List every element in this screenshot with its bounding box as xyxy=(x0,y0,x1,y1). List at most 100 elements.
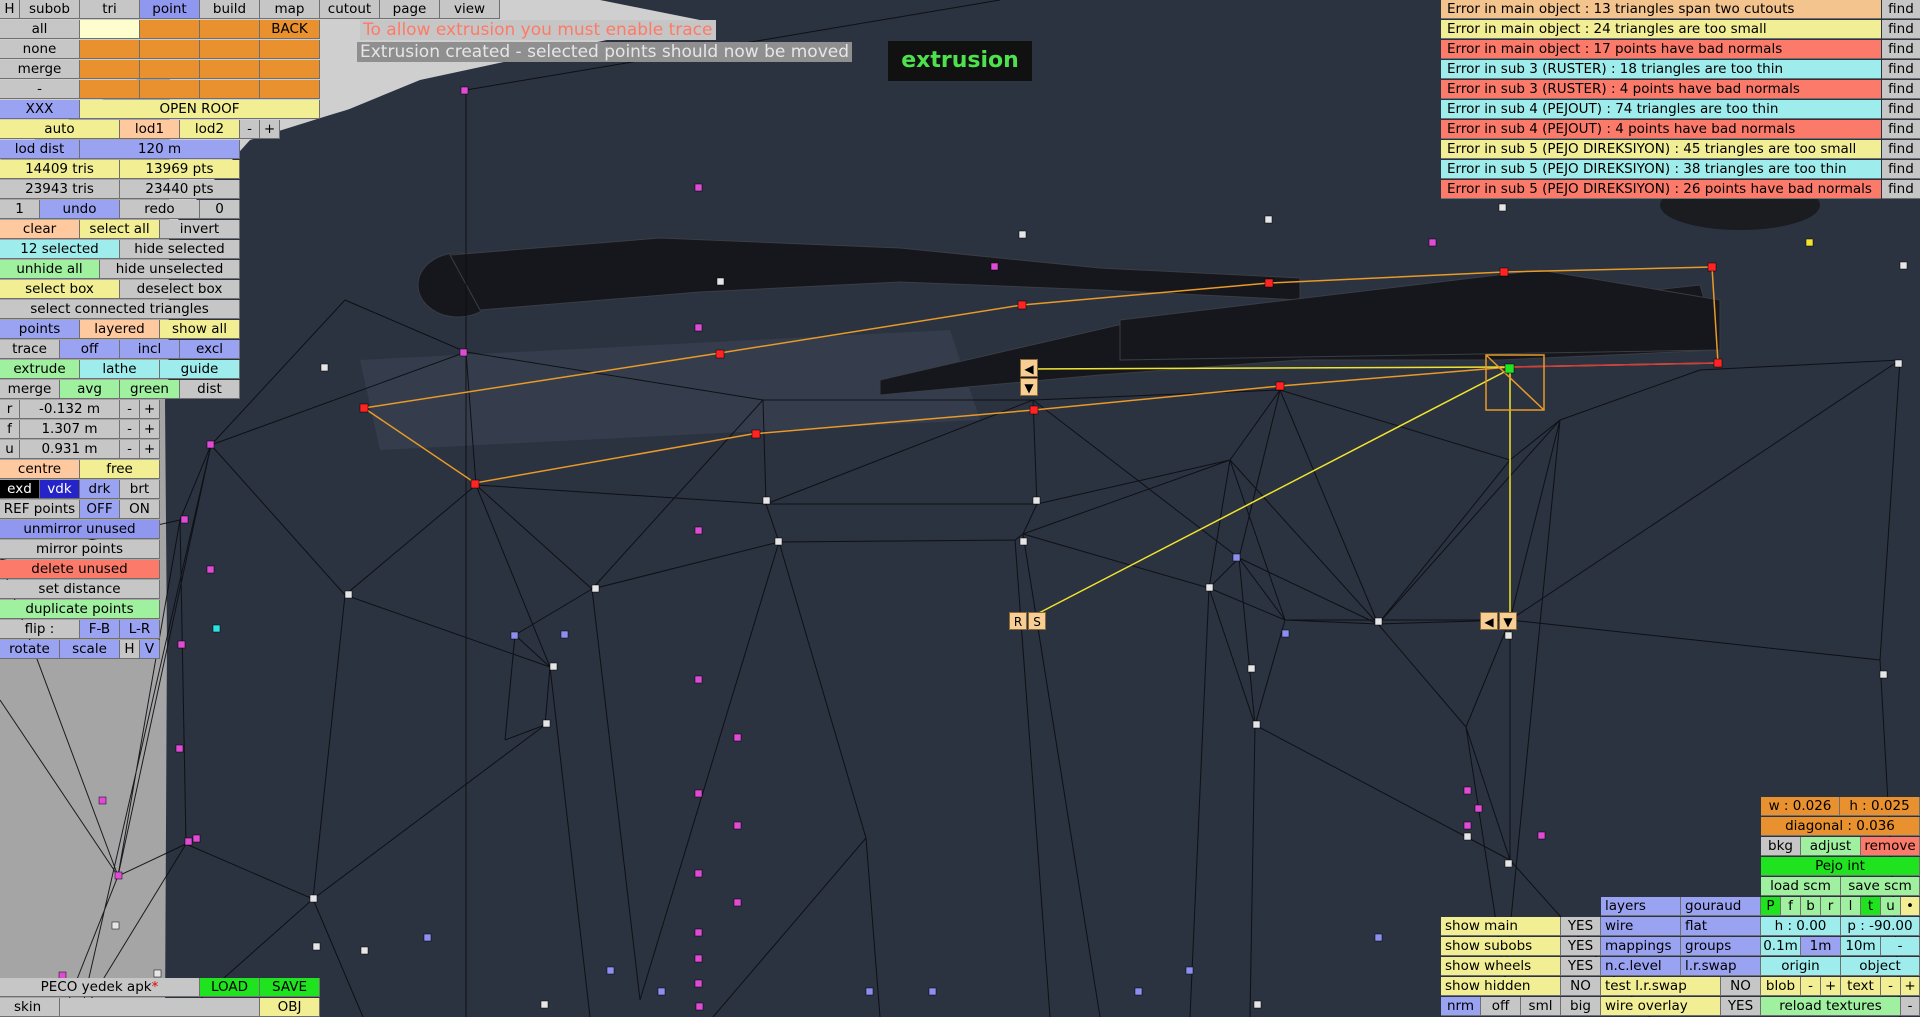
lod-plus-button[interactable]: + xyxy=(260,120,280,139)
find-button[interactable]: find xyxy=(1882,160,1920,179)
menu-map[interactable]: map xyxy=(260,0,320,19)
auto-button[interactable]: auto xyxy=(0,120,120,139)
show-subobs-toggle[interactable]: YES xyxy=(1561,937,1601,956)
hide-unselected-button[interactable]: hide unselected xyxy=(100,260,240,279)
set-distance-button[interactable]: set distance xyxy=(0,580,160,599)
clear-button[interactable]: clear xyxy=(0,220,80,239)
f-minus[interactable]: - xyxy=(120,420,140,439)
find-button[interactable]: find xyxy=(1882,0,1920,19)
vdk-button[interactable]: vdk xyxy=(40,480,80,499)
mappings-button[interactable]: mappings xyxy=(1601,937,1681,956)
lod-dist-value[interactable]: 120 m xyxy=(80,140,240,159)
flat-button[interactable]: flat xyxy=(1681,917,1761,936)
back-button[interactable]: BACK xyxy=(260,20,320,39)
invert-button[interactable]: invert xyxy=(160,220,240,239)
menu-view[interactable]: view xyxy=(440,0,500,19)
lod2-button[interactable]: lod2 xyxy=(180,120,240,139)
groups-button[interactable]: groups xyxy=(1681,937,1761,956)
nrm-button[interactable]: nrm xyxy=(1441,997,1481,1016)
find-button[interactable]: find xyxy=(1882,140,1920,159)
select-box-button[interactable]: select box xyxy=(0,280,120,299)
reload-textures-button[interactable]: reload textures xyxy=(1761,997,1901,1016)
ref-off-button[interactable]: OFF xyxy=(80,500,120,519)
trace-off-button[interactable]: off xyxy=(60,340,120,359)
find-button[interactable]: find xyxy=(1882,40,1920,59)
lathe-button[interactable]: lathe xyxy=(80,360,160,379)
view-b-button[interactable]: b xyxy=(1801,897,1821,916)
reload-dash-button[interactable]: - xyxy=(1901,997,1920,1016)
r-value[interactable]: -0.132 m xyxy=(20,400,120,419)
swatch-0[interactable] xyxy=(80,20,140,39)
text-minus-button[interactable]: - xyxy=(1881,977,1901,996)
select-connected-button[interactable]: select connected triangles xyxy=(0,300,240,319)
gouraud-button[interactable]: gouraud xyxy=(1681,897,1761,916)
none-button[interactable]: none xyxy=(0,40,80,59)
flip-fb-button[interactable]: F-B xyxy=(80,620,120,639)
step-01m-button[interactable]: 0.1m xyxy=(1761,937,1801,956)
find-button[interactable]: find xyxy=(1882,60,1920,79)
extrude-button[interactable]: extrude xyxy=(0,360,80,379)
find-button[interactable]: find xyxy=(1882,20,1920,39)
origin-button[interactable]: origin xyxy=(1761,957,1841,976)
swatch-10[interactable] xyxy=(260,60,320,79)
swatch-3[interactable] xyxy=(80,40,140,59)
open-roof-button[interactable]: OPEN ROOF xyxy=(80,100,320,119)
merge-button[interactable]: merge xyxy=(0,60,80,79)
r-plus[interactable]: + xyxy=(140,400,160,419)
bkg-button[interactable]: bkg xyxy=(1761,837,1801,856)
pitch-readout[interactable]: p : -90.00 xyxy=(1841,917,1920,936)
view-dot-button[interactable]: • xyxy=(1901,897,1920,916)
hide-selected-button[interactable]: hide selected xyxy=(120,240,240,259)
swatch-14[interactable] xyxy=(260,80,320,99)
menu-page[interactable]: page xyxy=(380,0,440,19)
drk-button[interactable]: drk xyxy=(80,480,120,499)
all-button[interactable]: all xyxy=(0,20,80,39)
text-plus-button[interactable]: + xyxy=(1901,977,1920,996)
flip-lr-button[interactable]: L-R xyxy=(120,620,160,639)
select-all-button[interactable]: select all xyxy=(80,220,160,239)
save-scm-button[interactable]: save scm xyxy=(1841,877,1920,896)
menu-build[interactable]: build xyxy=(200,0,260,19)
step-10m-button[interactable]: 10m xyxy=(1841,937,1881,956)
menu-subob[interactable]: subob xyxy=(20,0,80,19)
trace-excl-button[interactable]: excl xyxy=(180,340,240,359)
layered-button[interactable]: layered xyxy=(80,320,160,339)
view-l-button[interactable]: l xyxy=(1841,897,1861,916)
redo-button[interactable]: redo xyxy=(120,200,200,219)
show-wheels-toggle[interactable]: YES xyxy=(1561,957,1601,976)
save-button[interactable]: SAVE xyxy=(260,978,320,997)
blob-plus-button[interactable]: + xyxy=(1821,977,1841,996)
scale-button[interactable]: scale xyxy=(60,640,120,659)
ref-on-button[interactable]: ON xyxy=(120,500,160,519)
centre-button[interactable]: centre xyxy=(0,460,80,479)
sml-button[interactable]: sml xyxy=(1521,997,1561,1016)
menu-point[interactable]: point xyxy=(140,0,200,19)
obj-button[interactable]: OBJ xyxy=(260,998,320,1017)
xxx-button[interactable]: XXX xyxy=(0,100,80,119)
lr-swap-button[interactable]: l.r.swap xyxy=(1681,957,1761,976)
wire-overlay-toggle[interactable]: YES xyxy=(1721,997,1761,1016)
lod-minus-button[interactable]: - xyxy=(240,120,260,139)
u-value[interactable]: 0.931 m xyxy=(20,440,120,459)
delete-unused-button[interactable]: delete unused xyxy=(0,560,160,579)
object-button[interactable]: object xyxy=(1841,957,1920,976)
step-dash-button[interactable]: - xyxy=(1881,937,1920,956)
f-value[interactable]: 1.307 m xyxy=(20,420,120,439)
swatch-1[interactable] xyxy=(140,20,200,39)
text-button[interactable]: text xyxy=(1841,977,1881,996)
swatch-4[interactable] xyxy=(140,40,200,59)
swatch-11[interactable] xyxy=(80,80,140,99)
guide-button[interactable]: guide xyxy=(160,360,240,379)
swatch-5[interactable] xyxy=(200,40,260,59)
load-button[interactable]: LOAD xyxy=(200,978,260,997)
show-main-toggle[interactable]: YES xyxy=(1561,917,1601,936)
u-plus[interactable]: + xyxy=(140,440,160,459)
avg-button[interactable]: avg xyxy=(60,380,120,399)
find-button[interactable]: find xyxy=(1882,120,1920,139)
swatch-7[interactable] xyxy=(80,60,140,79)
view-r-button[interactable]: r xyxy=(1821,897,1841,916)
view-u-button[interactable]: u xyxy=(1881,897,1901,916)
swatch-9[interactable] xyxy=(200,60,260,79)
swatch-12[interactable] xyxy=(140,80,200,99)
tool-r-button[interactable]: R xyxy=(1009,612,1027,630)
